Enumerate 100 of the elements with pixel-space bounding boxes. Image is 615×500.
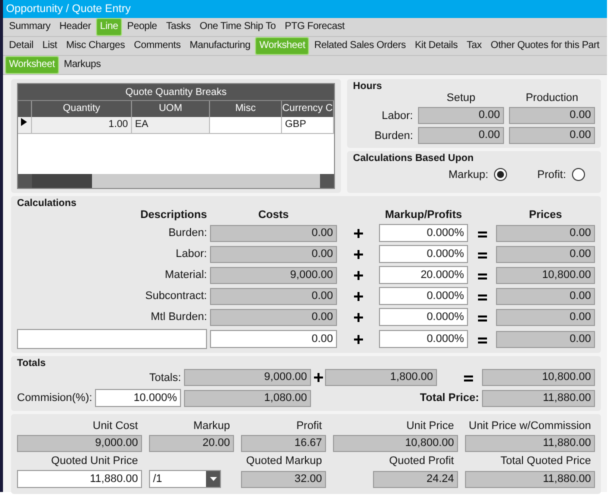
column-header: Prices (528, 209, 564, 221)
column-header: Quantity (32, 101, 132, 117)
readonly-field: 11,880.00 (465, 435, 595, 452)
field-label: Commision(%): (17, 392, 92, 404)
plus-icon (314, 373, 323, 382)
readonly-field: 16.67 (241, 435, 326, 452)
section-title: Calculations Based Upon (353, 153, 475, 164)
row-indicator[interactable] (18, 117, 32, 134)
field-label: Mtl Burden: (150, 311, 207, 323)
column-header: Misc (210, 101, 282, 117)
readonly-field: 24.24 (373, 470, 458, 488)
readonly-field: 10,800.00 (496, 266, 595, 284)
tab[interactable]: Manufacturing (186, 37, 254, 55)
window-title: Opportunity / Quote Entry (3, 0, 607, 18)
tab[interactable]: Markups (60, 56, 105, 74)
tab[interactable]: PTG Forecast (280, 18, 349, 36)
field-label: Burden: (167, 227, 207, 239)
plus-icon (354, 334, 362, 344)
field-label: Total Quoted Price (500, 455, 592, 467)
radio-button[interactable] (494, 168, 508, 181)
description-field[interactable] (17, 329, 207, 349)
tab[interactable]: List (38, 37, 62, 55)
field-label: Material: (164, 269, 207, 281)
plus-icon (354, 250, 362, 258)
caret-icon (210, 477, 216, 481)
markup-field[interactable]: 20.000% (379, 266, 468, 284)
plus-icon (354, 270, 362, 280)
column-header (18, 101, 32, 117)
equals-icon (478, 230, 486, 238)
tab[interactable]: Detail (5, 37, 38, 55)
row-pointer-icon (21, 117, 27, 127)
column-header: Currency C (282, 101, 334, 117)
markup-field[interactable]: 0.000% (379, 308, 468, 326)
field-label: Unit Price (405, 420, 455, 432)
field-label: Markup (192, 420, 231, 432)
dropdown-value: /1 (153, 473, 162, 485)
equals-icon (464, 375, 472, 382)
field-label: Quoted Markup (245, 455, 323, 467)
field-label: Total Price: (418, 392, 479, 404)
column-header: Setup (446, 92, 476, 104)
tab[interactable]: One Time Ship To (196, 18, 280, 36)
tab[interactable]: Tasks (162, 18, 195, 36)
readonly-field: 0.00 (418, 127, 504, 144)
readonly-field: 0.00 (418, 107, 504, 124)
field-label: Unit Cost (92, 420, 139, 432)
tab[interactable]: Kit Details (410, 37, 462, 55)
table-cell: EA (132, 117, 210, 134)
tab[interactable]: Tax (462, 37, 486, 55)
tab[interactable]: People (123, 18, 162, 36)
radio-button[interactable] (572, 168, 585, 181)
markup-field[interactable]: 0.000% (379, 330, 468, 348)
column-header: UOM (132, 101, 210, 117)
readonly-field: 1,080.00 (184, 390, 311, 406)
readonly-field: 0.00 (210, 288, 337, 304)
field-label: Quoted Profit (388, 455, 455, 467)
tab[interactable]: Header (55, 18, 95, 36)
markup-field[interactable]: 0.000% (379, 287, 468, 305)
field-label: Totals: (148, 372, 181, 384)
tab[interactable]: Summary (5, 18, 54, 36)
cost-field[interactable]: 0.00 (210, 330, 337, 348)
tab[interactable]: Comments (130, 37, 185, 55)
quoted-unit-price-field[interactable]: 11,880.00 (17, 470, 142, 488)
horizontal-scrollbar[interactable] (18, 174, 334, 188)
table-cell: 1.00 (32, 117, 132, 134)
field-label: Labor: (380, 110, 413, 122)
readonly-field: 1,800.00 (325, 369, 437, 386)
tab[interactable]: Related Sales Orders (310, 37, 410, 55)
section-title: Hours (353, 81, 383, 92)
tab[interactable]: Other Quotes for this Part (486, 37, 604, 55)
readonly-field: 0.00 (496, 246, 595, 262)
tab[interactable]: Misc Charges (62, 37, 129, 55)
commission-field[interactable]: 10.000% (95, 389, 181, 407)
plus-icon (354, 228, 362, 238)
plus-icon (354, 312, 362, 322)
equals-icon (478, 294, 486, 300)
readonly-field: 0.00 (210, 246, 337, 262)
markup-field[interactable]: 0.000% (379, 245, 468, 263)
readonly-field: 0.00 (509, 127, 595, 144)
per-dropdown[interactable]: /1 (149, 470, 221, 488)
field-label: Quoted Unit Price (50, 455, 139, 467)
readonly-field: 0.00 (509, 107, 595, 124)
equals-icon (478, 252, 486, 258)
readonly-field: 10,800.00 (482, 369, 595, 386)
markup-field[interactable]: 0.000% (379, 224, 468, 242)
column-header: Markup/Profits (384, 209, 463, 221)
field-label: Subcontract: (144, 290, 207, 302)
readonly-field: 32.00 (241, 470, 326, 488)
readonly-field: 11,880.00 (482, 390, 595, 406)
readonly-field: 0.00 (496, 224, 595, 242)
field-label: Unit Price w/Commission (468, 420, 592, 432)
field-label: Burden: (373, 130, 413, 142)
column-header: Production (524, 92, 580, 104)
readonly-field: 20.00 (149, 435, 234, 452)
section-title: Totals (17, 358, 47, 369)
table-cell: GBP (282, 117, 334, 134)
readonly-field: 11,880.00 (465, 470, 595, 488)
equals-icon (478, 314, 486, 322)
readonly-field: 0.00 (210, 308, 337, 326)
readonly-field: 9,000.00 (17, 435, 142, 452)
readonly-field: 0.00 (210, 224, 337, 242)
